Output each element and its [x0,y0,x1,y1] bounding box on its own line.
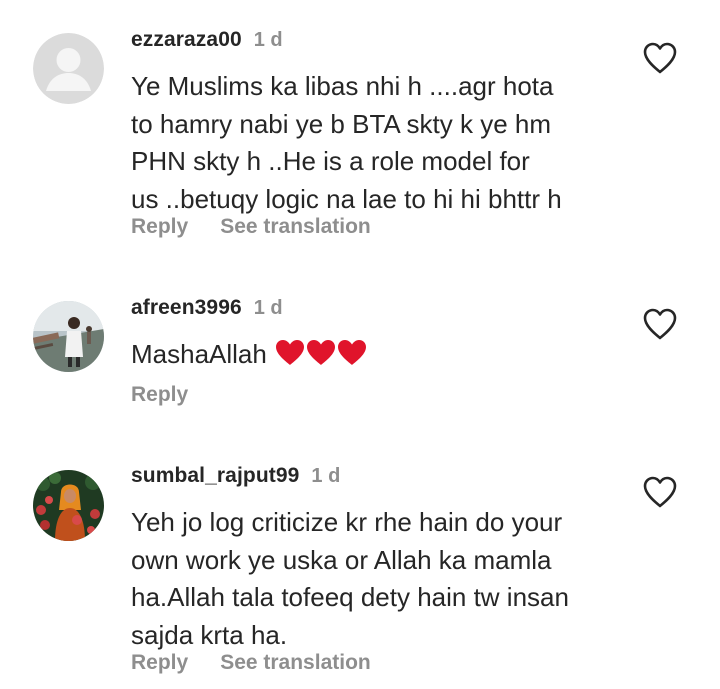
comment-actions: Reply See translation [131,215,371,239]
red-heart-emoji-icon [276,340,305,365]
comment-actions: Reply [131,383,188,407]
comment-1: ezzaraza00 1 d Ye Muslims ka libas nhi h… [0,0,720,270]
comment-text: Yeh jo log criticize kr rhe hain do your… [131,507,569,650]
timestamp: 1 d [253,29,283,51]
comment-header: ezzaraza00 1 d [131,28,283,58]
heart-outline-icon [643,308,677,340]
default-avatar-icon [33,33,104,104]
username-link[interactable]: ezzaraza00 [131,28,242,52]
comment-2: afreen3996 1 d MashaAllah Reply [0,270,720,440]
comment-text: MashaAllah [131,336,631,374]
photo-avatar-icon [33,301,104,372]
like-button[interactable] [642,41,678,75]
heart-outline-icon [643,42,677,74]
username-link[interactable]: sumbal_rajput99 [131,464,299,488]
timestamp: 1 d [253,297,283,319]
comment-3: sumbal_rajput99 1 d Yeh jo log criticize… [0,440,720,689]
reply-button[interactable]: Reply [131,651,188,675]
username-link[interactable]: afreen3996 [131,296,242,320]
comment-header: sumbal_rajput99 1 d [131,464,340,494]
avatar[interactable] [33,470,104,541]
comment-text-body: MashaAllah [131,339,267,369]
comment-header: afreen3996 1 d [131,296,283,326]
reply-button[interactable]: Reply [131,383,188,407]
timestamp: 1 d [311,465,341,487]
like-button[interactable] [642,475,678,509]
avatar[interactable] [33,33,104,104]
comment-text: Ye Muslims ka libas nhi h ....agr hota t… [131,71,562,214]
see-translation-button[interactable]: See translation [220,651,371,675]
red-heart-emoji-icon [338,340,367,365]
photo-avatar-icon [33,470,104,541]
like-button[interactable] [642,307,678,341]
heart-outline-icon [643,476,677,508]
avatar[interactable] [33,301,104,372]
red-heart-emoji-icon [307,340,336,365]
see-translation-button[interactable]: See translation [220,215,371,239]
reply-button[interactable]: Reply [131,215,188,239]
comment-actions: Reply See translation [131,651,371,675]
